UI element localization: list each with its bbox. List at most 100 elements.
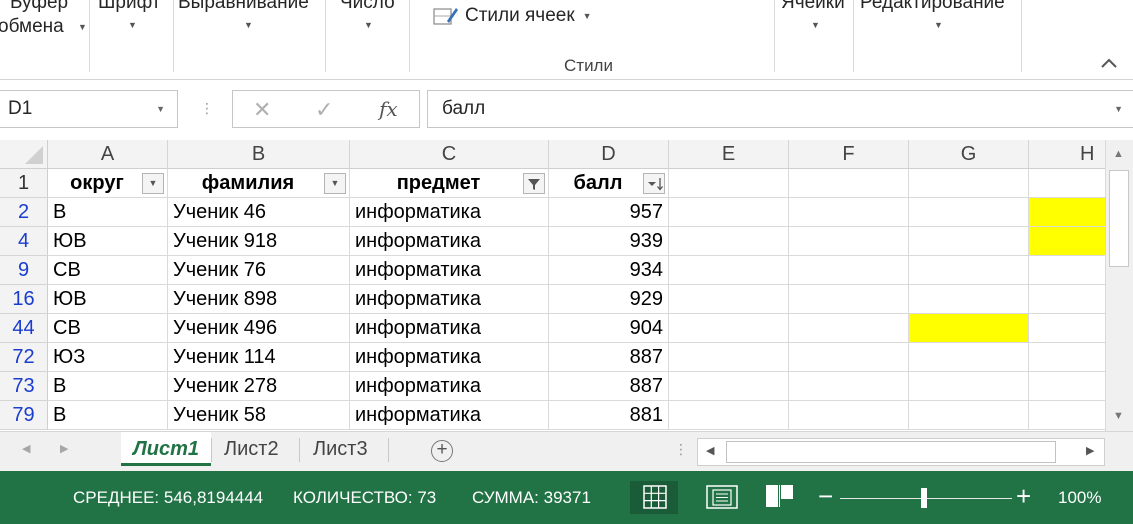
empty-cell[interactable] — [909, 169, 1029, 198]
scroll-down-icon[interactable]: ▼ — [1113, 410, 1124, 422]
predmet-cell[interactable]: информатика — [350, 227, 549, 256]
row-header[interactable]: 16 — [0, 285, 48, 314]
familiya-cell[interactable]: Ученик 58 — [168, 401, 350, 430]
sort-descending-icon[interactable] — [643, 173, 665, 194]
empty-cell[interactable] — [1029, 401, 1105, 430]
familiya-cell[interactable]: Ученик 76 — [168, 256, 350, 285]
empty-cell[interactable] — [789, 256, 909, 285]
column-header-h[interactable]: H — [1029, 140, 1105, 169]
cell-styles-button[interactable]: Стили ячеек ▼ — [433, 3, 592, 29]
number-group[interactable]: Число ▼ — [326, 0, 410, 72]
zoom-level[interactable]: 100% — [1058, 488, 1101, 508]
empty-cell[interactable] — [789, 343, 909, 372]
select-all-button[interactable] — [0, 140, 48, 169]
okrug-cell[interactable]: В — [48, 372, 168, 401]
empty-cell[interactable] — [909, 198, 1029, 227]
okrug-cell[interactable]: СВ — [48, 256, 168, 285]
scrollbar-thumb[interactable] — [1109, 170, 1129, 267]
ball-cell[interactable]: 929 — [549, 285, 669, 314]
empty-cell[interactable] — [789, 285, 909, 314]
empty-cell[interactable] — [1029, 343, 1105, 372]
row-header[interactable]: 2 — [0, 198, 48, 227]
empty-cell[interactable] — [909, 227, 1029, 256]
page-layout-view-button[interactable] — [698, 481, 746, 514]
tab-scroll-right-icon[interactable]: ▶ — [60, 442, 68, 455]
ball-cell[interactable]: 904 — [549, 314, 669, 343]
empty-cell[interactable] — [909, 285, 1029, 314]
empty-cell[interactable] — [909, 343, 1029, 372]
page-break-view-button[interactable] — [757, 481, 805, 514]
formula-input[interactable]: балл ▼ — [427, 90, 1133, 128]
column-header-c[interactable]: C — [350, 140, 549, 169]
header-cell-familiya[interactable]: фамилия ▼ — [168, 169, 350, 198]
filter-dropdown-icon[interactable]: ▼ — [142, 173, 164, 194]
empty-cell[interactable] — [909, 256, 1029, 285]
filter-active-icon[interactable] — [523, 173, 545, 194]
column-header-g[interactable]: G — [909, 140, 1029, 169]
scroll-right-icon[interactable]: ▶ — [1086, 444, 1094, 457]
empty-cell[interactable] — [669, 401, 789, 430]
editing-group[interactable]: Редактирование ▼ — [854, 0, 1022, 72]
highlighted-cell[interactable] — [1029, 198, 1105, 227]
ball-cell[interactable]: 957 — [549, 198, 669, 227]
empty-cell[interactable] — [1029, 314, 1105, 343]
familiya-cell[interactable]: Ученик 278 — [168, 372, 350, 401]
row-header[interactable]: 79 — [0, 401, 48, 430]
row-header[interactable]: 72 — [0, 343, 48, 372]
zoom-in-button[interactable]: + — [1016, 481, 1031, 512]
ball-cell[interactable]: 939 — [549, 227, 669, 256]
predmet-cell[interactable]: информатика — [350, 314, 549, 343]
add-sheet-button[interactable]: + — [431, 440, 453, 462]
empty-cell[interactable] — [1029, 285, 1105, 314]
collapse-ribbon-button[interactable] — [1099, 54, 1119, 74]
vertical-scrollbar[interactable]: ▲ ▼ — [1105, 140, 1133, 431]
empty-cell[interactable] — [789, 227, 909, 256]
formula-bar-resize-handle[interactable]: ⋮ — [200, 100, 214, 117]
scroll-up-icon[interactable]: ▲ — [1113, 148, 1124, 160]
normal-view-button[interactable] — [630, 481, 678, 514]
filter-dropdown-icon[interactable]: ▼ — [324, 173, 346, 194]
tab-list1[interactable]: Лист1 — [121, 432, 211, 466]
header-cell-predmet[interactable]: предмет — [350, 169, 549, 198]
column-header-a[interactable]: A — [48, 140, 168, 169]
scrollbar-thumb[interactable] — [726, 441, 1056, 463]
horizontal-scrollbar[interactable]: ◀ ▶ — [697, 438, 1105, 466]
row-header[interactable]: 9 — [0, 256, 48, 285]
empty-cell[interactable] — [789, 372, 909, 401]
row-header[interactable]: 44 — [0, 314, 48, 343]
zoom-out-button[interactable]: − — [818, 481, 833, 512]
empty-cell[interactable] — [669, 227, 789, 256]
column-header-d[interactable]: D — [549, 140, 669, 169]
okrug-cell[interactable]: ЮЗ — [48, 343, 168, 372]
tab-list2[interactable]: Лист2 — [212, 432, 291, 466]
tab-scroll-left-icon[interactable]: ◀ — [22, 442, 30, 455]
empty-cell[interactable] — [669, 285, 789, 314]
tab-split-handle[interactable]: ⋮ — [674, 441, 688, 458]
okrug-cell[interactable]: В — [48, 401, 168, 430]
column-header-f[interactable]: F — [789, 140, 909, 169]
empty-cell[interactable] — [669, 372, 789, 401]
empty-cell[interactable] — [669, 343, 789, 372]
predmet-cell[interactable]: информатика — [350, 198, 549, 227]
empty-cell[interactable] — [789, 401, 909, 430]
font-group[interactable]: Шрифт ▼ — [90, 0, 174, 72]
okrug-cell[interactable]: В — [48, 198, 168, 227]
okrug-cell[interactable]: ЮВ — [48, 227, 168, 256]
column-header-b[interactable]: B — [168, 140, 350, 169]
familiya-cell[interactable]: Ученик 496 — [168, 314, 350, 343]
familiya-cell[interactable]: Ученик 918 — [168, 227, 350, 256]
empty-cell[interactable] — [1029, 256, 1105, 285]
highlighted-cell[interactable] — [1029, 227, 1105, 256]
insert-function-icon[interactable]: fx — [379, 97, 398, 121]
tab-list3[interactable]: Лист3 — [301, 432, 380, 466]
ball-cell[interactable]: 881 — [549, 401, 669, 430]
familiya-cell[interactable]: Ученик 114 — [168, 343, 350, 372]
familiya-cell[interactable]: Ученик 46 — [168, 198, 350, 227]
empty-cell[interactable] — [1029, 169, 1105, 198]
name-box[interactable]: D1 ▼ — [0, 90, 178, 128]
row-header[interactable]: 1 — [0, 169, 48, 198]
empty-cell[interactable] — [669, 198, 789, 227]
empty-cell[interactable] — [789, 198, 909, 227]
clipboard-group[interactable]: Буфер обмена ▼ — [0, 0, 90, 72]
okrug-cell[interactable]: СВ — [48, 314, 168, 343]
